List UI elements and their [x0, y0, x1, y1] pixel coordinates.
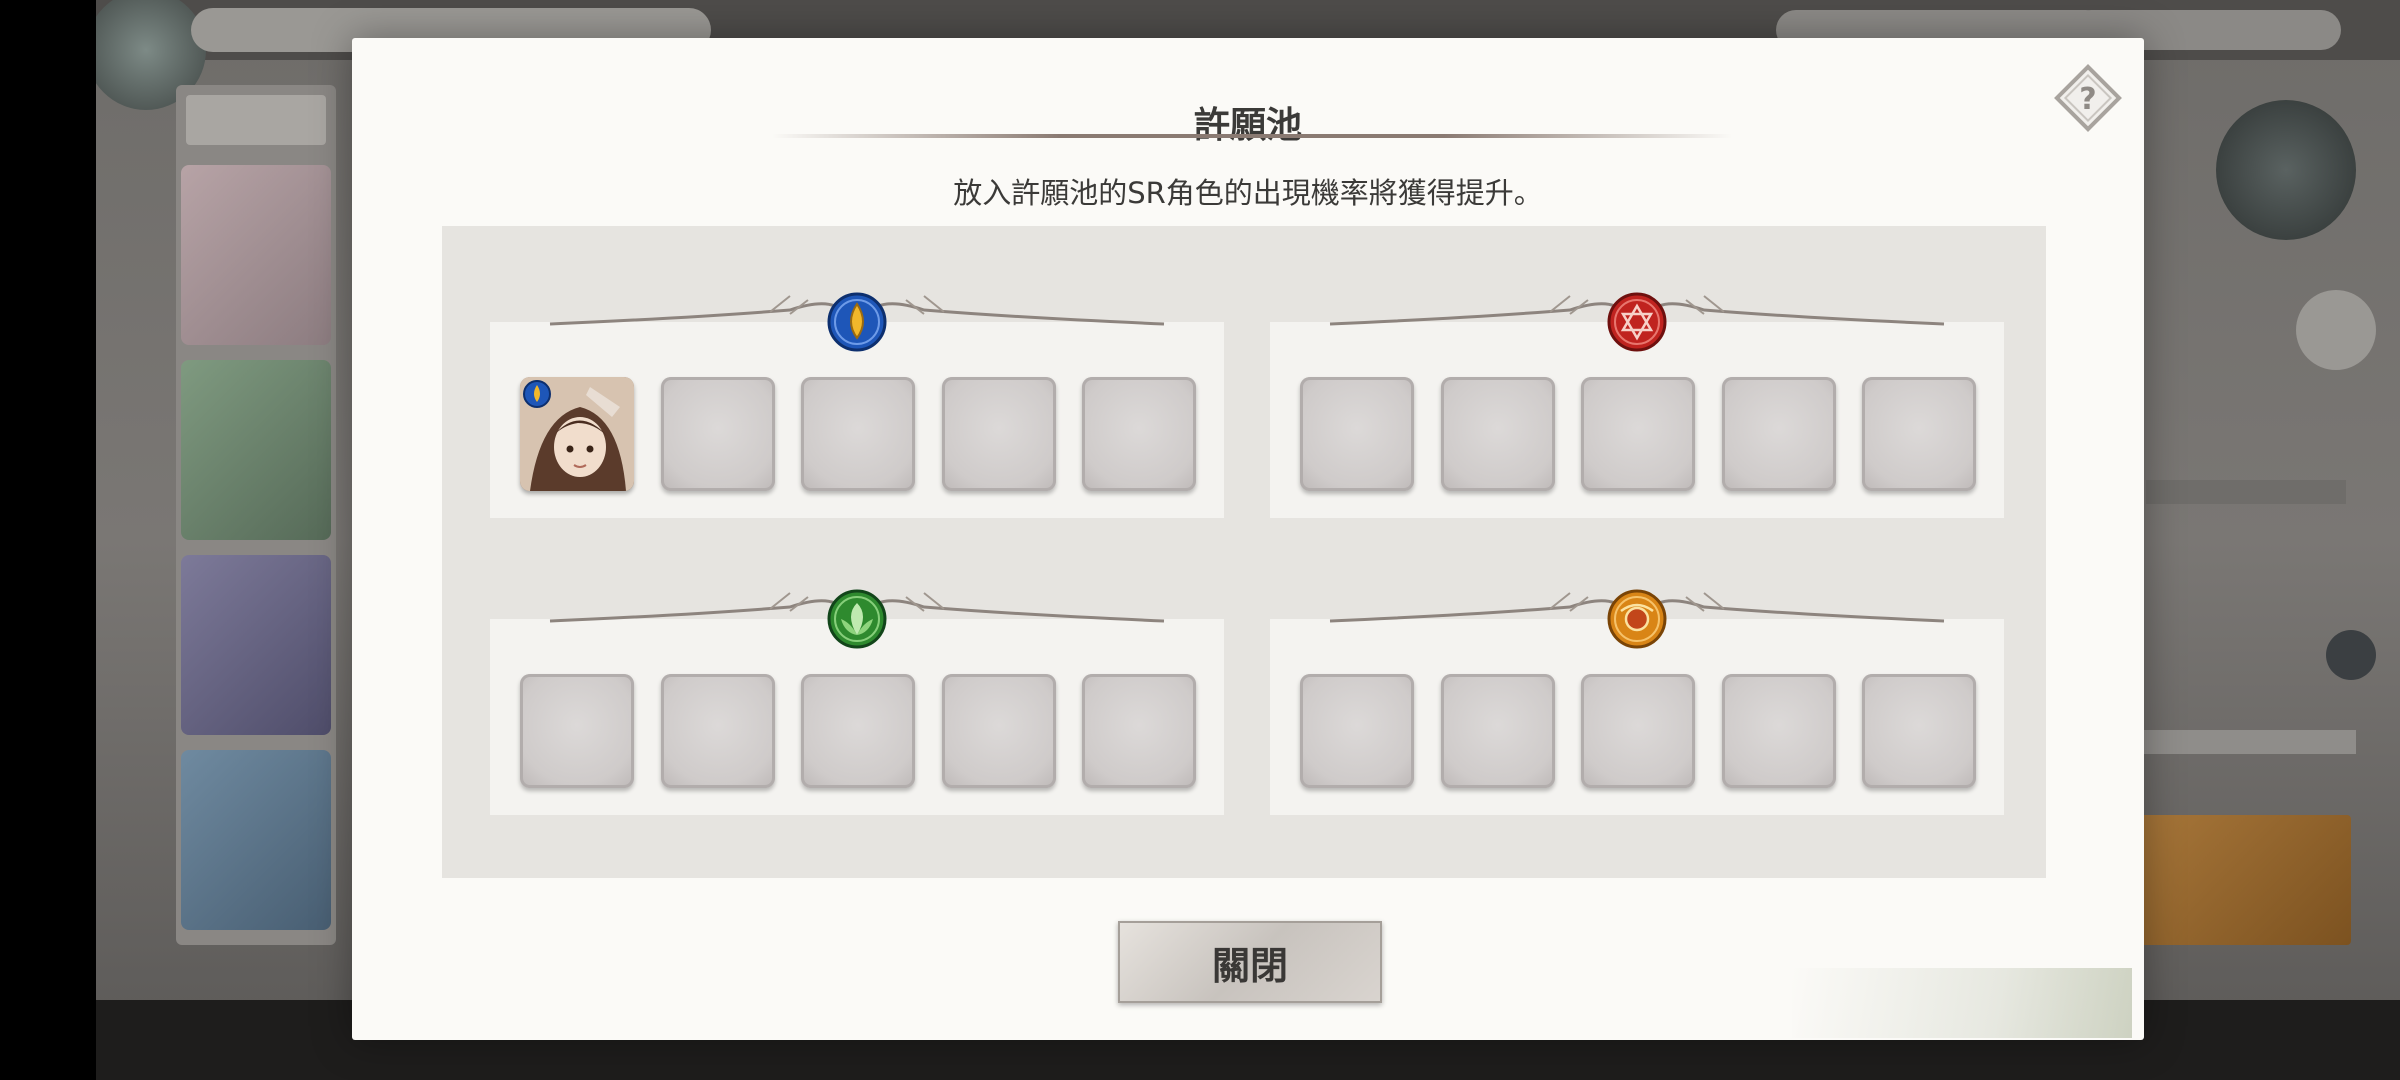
earth-element-group	[1270, 589, 2004, 815]
character-slot-empty[interactable]	[1581, 674, 1695, 788]
character-slot-empty[interactable]	[1722, 674, 1836, 788]
wishing-pool-area	[442, 226, 2046, 878]
character-slot-empty[interactable]	[1082, 674, 1196, 788]
fire-hexagram-icon	[1607, 292, 1667, 352]
character-slot-empty[interactable]	[1300, 674, 1414, 788]
wind-leaf-icon	[827, 589, 887, 649]
wishing-well-dialog: 許願池 ? 放入許願池的SR角色的出現機率將獲得提升。 關閉	[352, 38, 2144, 1040]
character-slot-empty[interactable]	[661, 674, 775, 788]
character-slot-empty[interactable]	[1862, 674, 1976, 788]
background-banner-card	[181, 555, 331, 735]
background-banner-card	[181, 360, 331, 540]
title-divider	[772, 134, 1732, 138]
character-slot-empty[interactable]	[1722, 377, 1836, 491]
character-slot-empty[interactable]	[1300, 377, 1414, 491]
water-element-badge-icon	[523, 380, 551, 408]
character-slot-empty[interactable]	[801, 674, 915, 788]
character-slot-empty[interactable]	[1441, 377, 1555, 491]
character-slot-empty[interactable]	[801, 377, 915, 491]
corner-decoration	[1792, 968, 2132, 1038]
character-slot-empty[interactable]	[1862, 377, 1976, 491]
fire-element-group	[1270, 292, 2004, 518]
character-slot-empty[interactable]	[942, 377, 1056, 491]
dialog-title: 許願池	[1193, 105, 1302, 146]
background-info-bar	[2146, 480, 2346, 504]
character-slot-empty[interactable]	[1581, 377, 1695, 491]
background-banner-card	[181, 165, 331, 345]
character-slot-empty[interactable]	[520, 674, 634, 788]
background-panel-header	[186, 95, 326, 145]
wind-element-group	[490, 589, 1224, 815]
character-slot-empty[interactable]	[1082, 377, 1196, 491]
water-element-group	[490, 292, 1224, 518]
character-slot-empty[interactable]	[942, 674, 1056, 788]
svg-text:?: ?	[2079, 82, 2096, 117]
character-slot-empty[interactable]	[1441, 674, 1555, 788]
earth-orb-icon	[1607, 589, 1667, 649]
background-dot	[2326, 630, 2376, 680]
question-mark-icon: ?	[2054, 64, 2122, 132]
character-slot-empty[interactable]	[661, 377, 775, 491]
dialog-description: 放入許願池的SR角色的出現機率將獲得提升。	[953, 176, 1543, 210]
character-slot-filled[interactable]	[520, 377, 634, 491]
background-round-button	[2296, 290, 2376, 370]
water-drop-icon	[827, 292, 887, 352]
close-button[interactable]: 關閉	[1118, 921, 1382, 1003]
background-character-badge	[2216, 100, 2356, 240]
help-button[interactable]: ?	[2052, 62, 2124, 134]
background-draw-button	[2131, 815, 2351, 945]
background-banner-card	[181, 750, 331, 930]
